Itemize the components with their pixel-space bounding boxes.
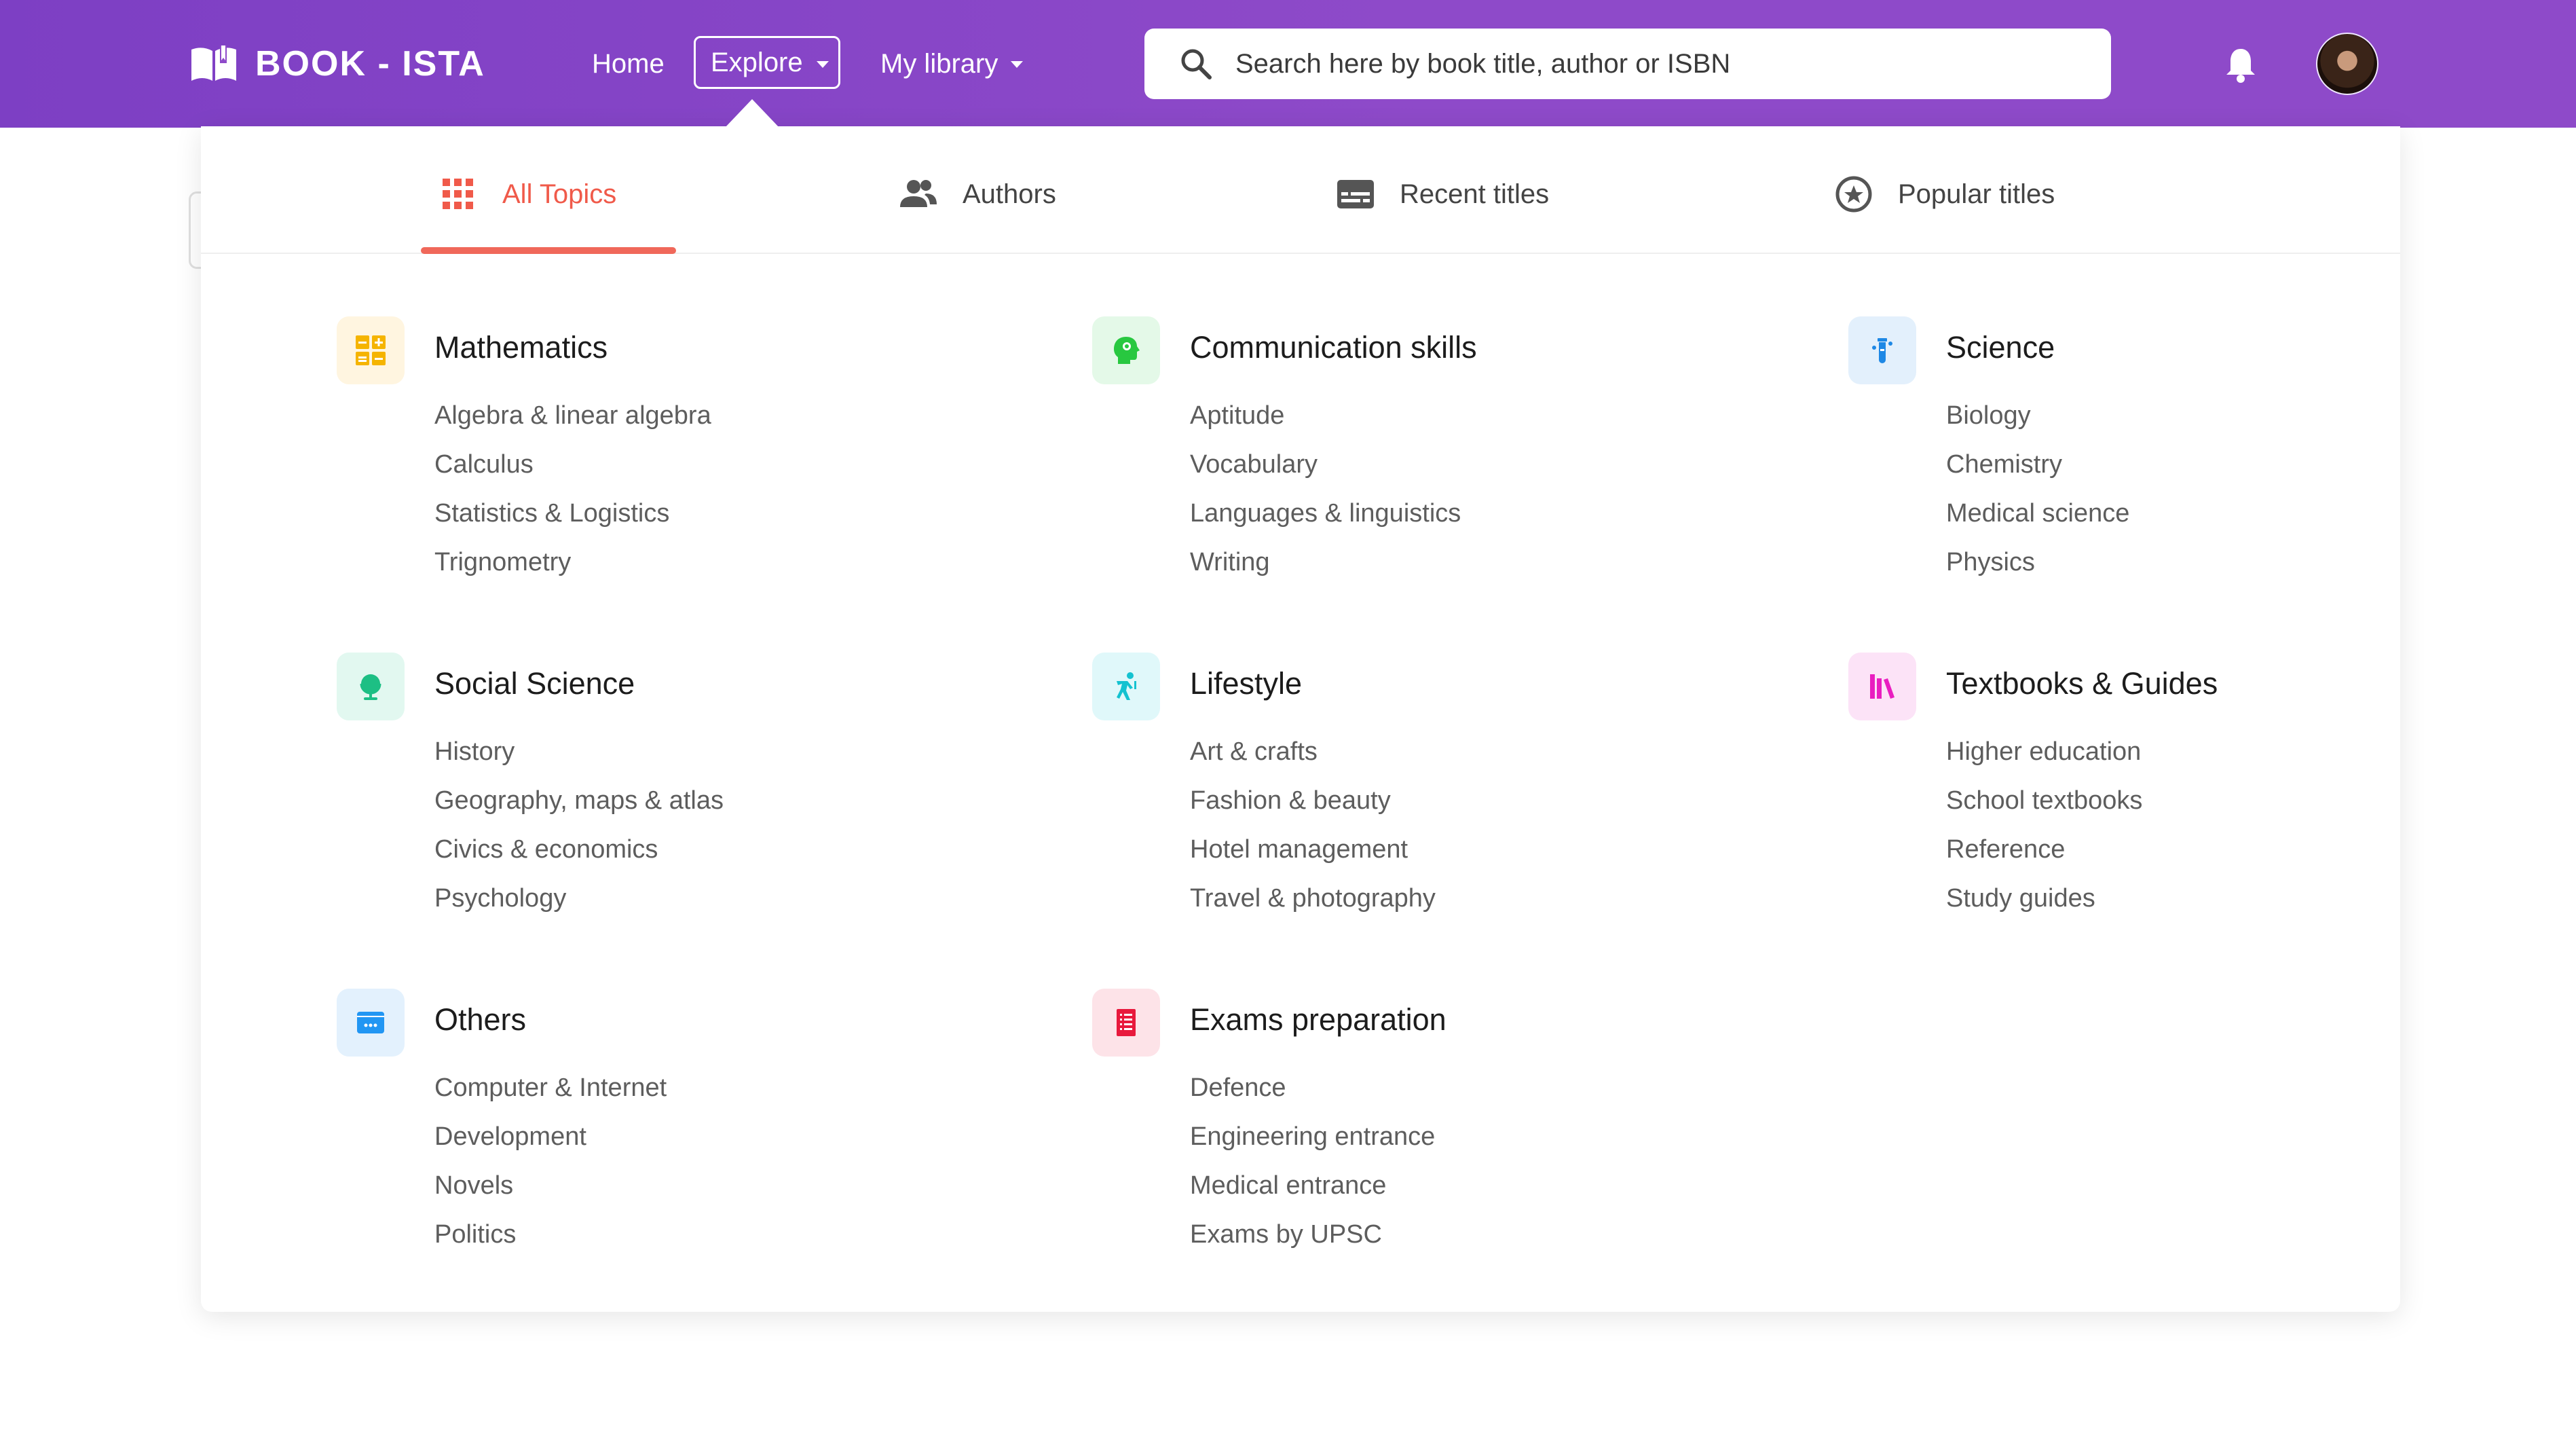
star-circle-icon xyxy=(1835,176,1872,213)
tab-label: Popular titles xyxy=(1898,179,2055,209)
subcategory-link[interactable]: Higher education xyxy=(1946,727,2142,776)
subcategory-link[interactable]: Medical science xyxy=(1946,489,2129,538)
head-speech-icon xyxy=(1092,316,1160,384)
category-title[interactable]: Lifestyle xyxy=(1190,666,1302,701)
dancer-icon xyxy=(1092,653,1160,720)
tab-all-topics[interactable]: All Topics xyxy=(438,167,616,221)
grid-icon xyxy=(443,179,473,209)
subcategory-link[interactable]: Defence xyxy=(1190,1063,1435,1112)
search-icon xyxy=(1181,49,1212,79)
notebook-icon xyxy=(1092,989,1160,1057)
subcategory-link[interactable]: Geography, maps & atlas xyxy=(434,776,724,825)
globe-icon xyxy=(337,653,405,720)
nav-my-library[interactable]: My library xyxy=(880,45,1023,83)
category-title[interactable]: Mathematics xyxy=(434,330,608,365)
notification-bell-icon[interactable] xyxy=(2224,46,2258,83)
logo[interactable]: BOOK - ISTA xyxy=(190,39,485,88)
subcategory-link[interactable]: Development xyxy=(434,1112,667,1161)
subcategory-link[interactable]: Calculus xyxy=(434,440,711,489)
logo-text: BOOK - ISTA xyxy=(255,44,485,84)
caret-down-icon xyxy=(817,61,829,68)
tab-recent-titles[interactable]: Recent titles xyxy=(1336,167,1549,221)
subcategory-link[interactable]: Medical entrance xyxy=(1190,1161,1435,1210)
category-title[interactable]: Textbooks & Guides xyxy=(1946,666,2218,701)
subcategory-link[interactable]: Civics & economics xyxy=(434,825,724,874)
books-icon xyxy=(1848,653,1916,720)
subcategory-link[interactable]: Writing xyxy=(1190,538,1461,587)
category-title[interactable]: Others xyxy=(434,1002,526,1038)
explore-dropdown-panel: All Topics Authors Recent titles Popular… xyxy=(201,126,2400,1312)
subcategory-link[interactable]: Hotel management xyxy=(1190,825,1436,874)
caret-down-icon xyxy=(1011,61,1023,68)
nav-library-label: My library xyxy=(880,49,998,79)
topic-tabs: All Topics Authors Recent titles Popular… xyxy=(201,126,2400,254)
nav-explore-label: Explore xyxy=(711,47,803,77)
dropdown-pointer xyxy=(725,99,779,128)
category-title[interactable]: Social Science xyxy=(434,666,635,701)
subcategory-link[interactable]: Art & crafts xyxy=(1190,727,1436,776)
subcategory-link[interactable]: Trignometry xyxy=(434,538,711,587)
subcategory-link[interactable]: Engineering entrance xyxy=(1190,1112,1435,1161)
subcategory-link[interactable]: History xyxy=(434,727,724,776)
category-title[interactable]: Science xyxy=(1946,330,2055,365)
tab-authors[interactable]: Authors xyxy=(899,167,1056,221)
tab-popular-titles[interactable]: Popular titles xyxy=(1834,167,2055,221)
nav-explore[interactable]: Explore xyxy=(694,36,840,89)
search-input[interactable] xyxy=(1234,48,2051,80)
subtitles-icon xyxy=(1337,180,1374,208)
subcategory-link[interactable]: Computer & Internet xyxy=(434,1063,667,1112)
subcategory-link[interactable]: Novels xyxy=(434,1161,667,1210)
top-navbar: BOOK - ISTA Home Explore My library xyxy=(0,0,2576,128)
subcategory-link[interactable]: Languages & linguistics xyxy=(1190,489,1461,538)
tab-label: All Topics xyxy=(502,179,617,209)
subcategory-link[interactable]: Politics xyxy=(434,1210,667,1259)
user-avatar[interactable] xyxy=(2316,33,2378,95)
subcategory-link[interactable]: Psychology xyxy=(434,874,724,923)
subcategory-link[interactable]: Statistics & Logistics xyxy=(434,489,711,538)
open-book-icon xyxy=(191,45,236,81)
nav-home[interactable]: Home xyxy=(592,45,665,83)
tab-label: Authors xyxy=(963,179,1056,209)
tab-label: Recent titles xyxy=(1400,179,1550,209)
search-bar[interactable] xyxy=(1144,29,2111,99)
calculator-icon xyxy=(337,316,405,384)
subcategory-link[interactable]: Fashion & beauty xyxy=(1190,776,1436,825)
subcategory-link[interactable]: Biology xyxy=(1946,391,2129,440)
people-icon xyxy=(900,180,937,207)
subcategory-link[interactable]: Study guides xyxy=(1946,874,2142,923)
subcategory-link[interactable]: Vocabulary xyxy=(1190,440,1461,489)
subcategory-link[interactable]: Aptitude xyxy=(1190,391,1461,440)
subcategory-link[interactable]: School textbooks xyxy=(1946,776,2142,825)
subcategory-link[interactable]: Reference xyxy=(1946,825,2142,874)
subcategory-link[interactable]: Physics xyxy=(1946,538,2129,587)
test-tube-icon xyxy=(1848,316,1916,384)
subcategory-link[interactable]: Travel & photography xyxy=(1190,874,1436,923)
subcategory-link[interactable]: Exams by UPSC xyxy=(1190,1210,1435,1259)
category-title[interactable]: Communication skills xyxy=(1190,330,1477,365)
active-tab-indicator xyxy=(421,247,676,254)
subcategory-link[interactable]: Algebra & linear algebra xyxy=(434,391,711,440)
subcategory-link[interactable]: Chemistry xyxy=(1946,440,2129,489)
window-dots-icon xyxy=(337,989,405,1057)
category-title[interactable]: Exams preparation xyxy=(1190,1002,1446,1038)
